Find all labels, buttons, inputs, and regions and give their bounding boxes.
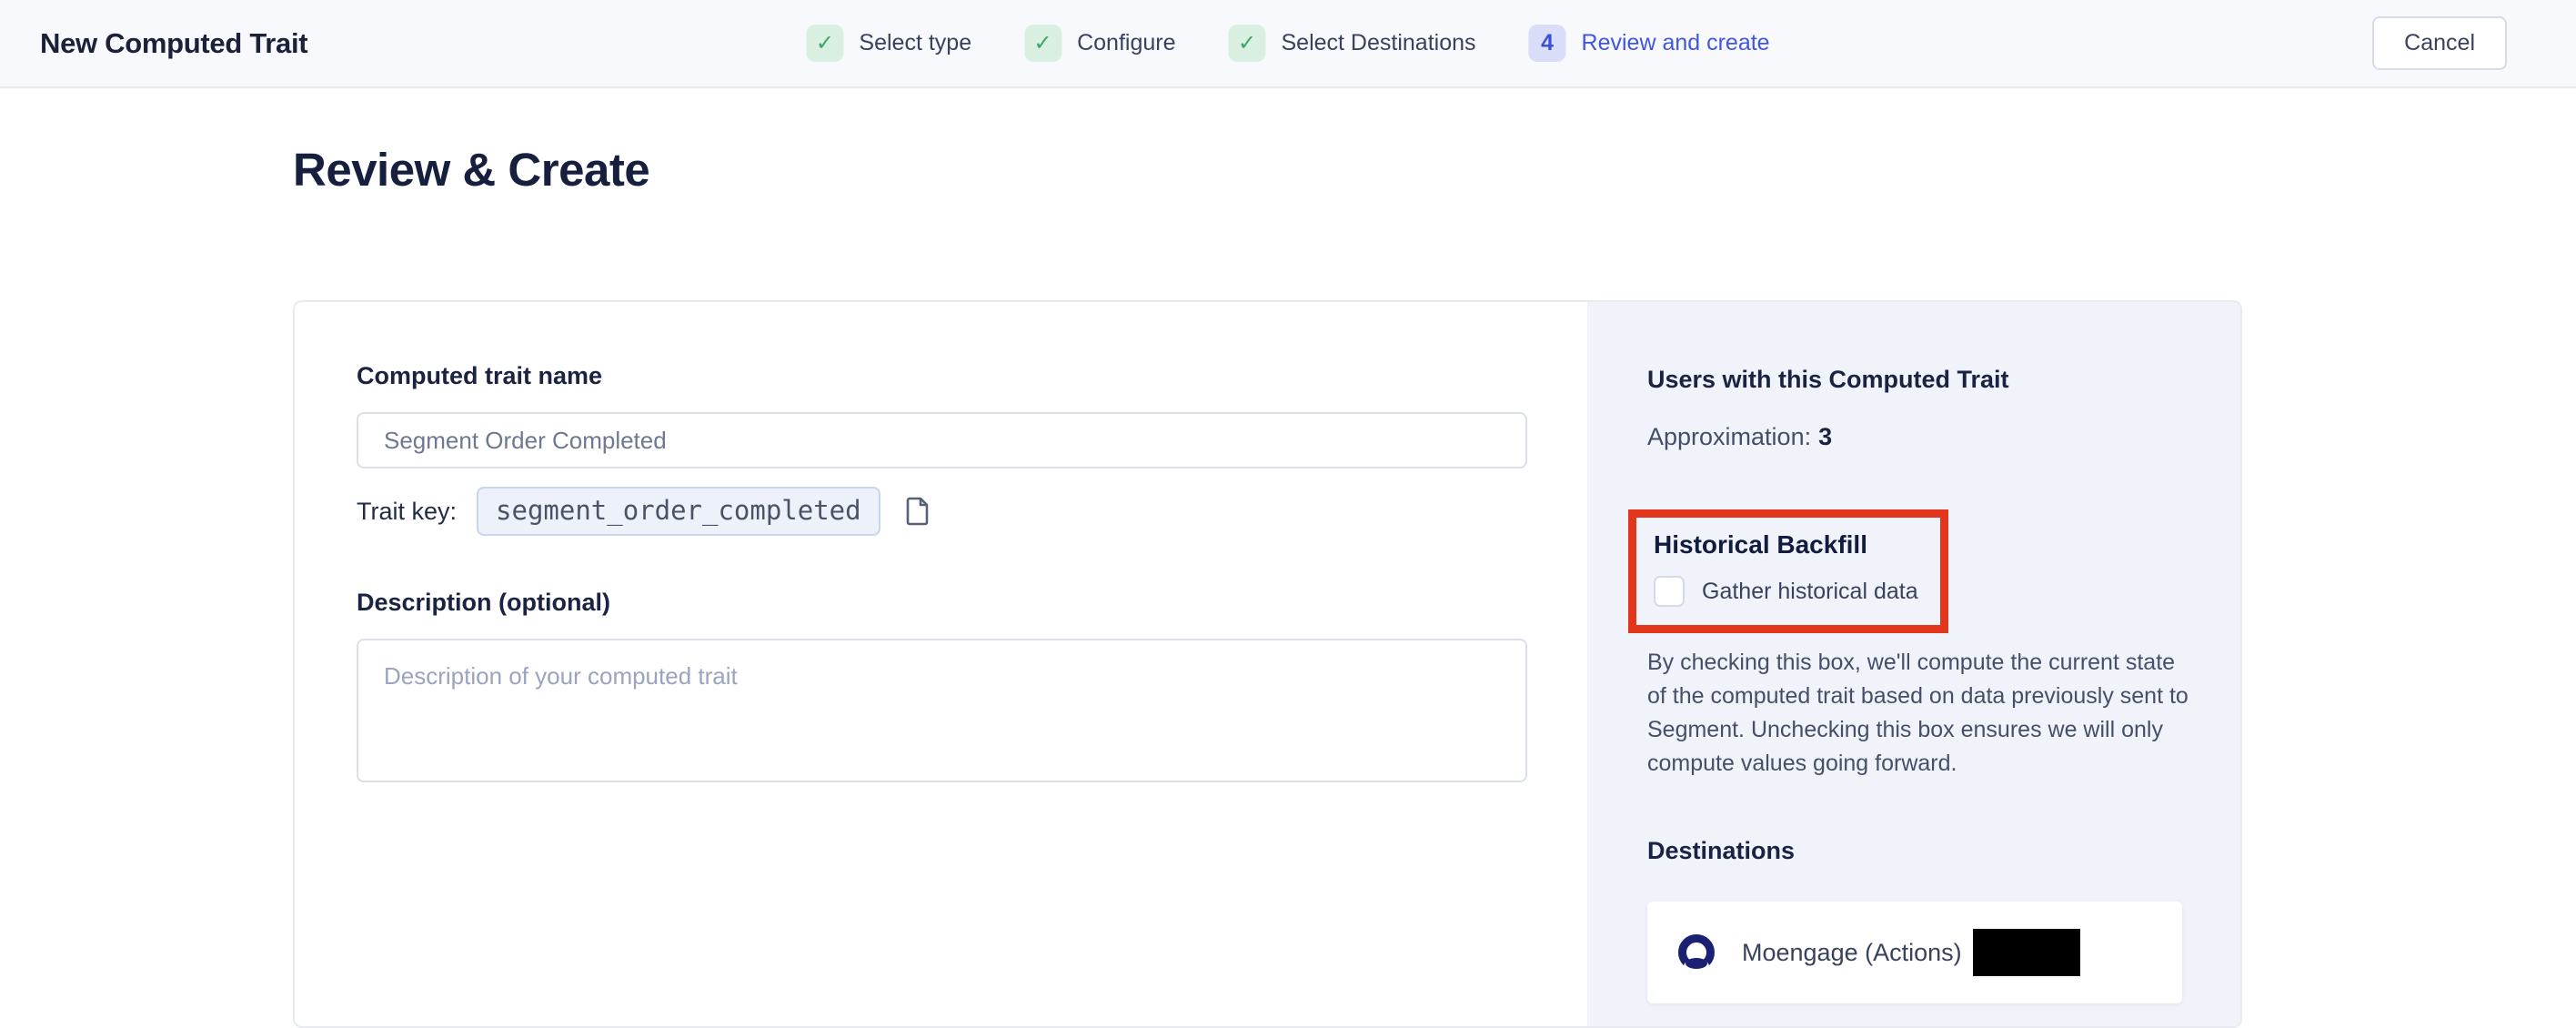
step-number-badge: 4 bbox=[1529, 25, 1566, 62]
users-heading: Users with this Computed Trait bbox=[1647, 366, 2193, 394]
trait-key-row: Trait key: segment_order_completed bbox=[357, 487, 1527, 536]
redacted-text-box bbox=[1973, 929, 2080, 976]
description-label: Description (optional) bbox=[357, 589, 1527, 617]
approximation-value: 3 bbox=[1818, 423, 1832, 450]
wizard-stepper: ✓ Select type ✓ Configure ✓ Select Desti… bbox=[806, 0, 1769, 86]
step-label: Select Destinations bbox=[1282, 30, 1476, 56]
check-icon: ✓ bbox=[1229, 25, 1266, 62]
step-label: Review and create bbox=[1582, 30, 1770, 56]
step-label: Configure bbox=[1077, 30, 1175, 56]
summary-pane: Users with this Computed Trait Approxima… bbox=[1587, 302, 2242, 1026]
description-block: Description (optional) bbox=[357, 589, 1527, 787]
page-title: Review & Create bbox=[293, 143, 2576, 197]
trait-name-input[interactable] bbox=[357, 412, 1527, 469]
review-card: Computed trait name Trait key: segment_o… bbox=[293, 300, 2242, 1028]
check-icon: ✓ bbox=[806, 25, 843, 62]
trait-key-value-chip: segment_order_completed bbox=[477, 487, 880, 536]
step-review-and-create[interactable]: 4 Review and create bbox=[1529, 25, 1770, 62]
backfill-checkbox-row: Gather historical data bbox=[1654, 576, 1931, 607]
gather-historical-data-checkbox[interactable] bbox=[1654, 576, 1685, 607]
moengage-logo-icon bbox=[1678, 934, 1715, 971]
top-bar: New Computed Trait ✓ Select type ✓ Confi… bbox=[0, 0, 2576, 88]
backfill-description: By checking this box, we'll compute the … bbox=[1647, 646, 2193, 781]
window-title: New Computed Trait bbox=[40, 27, 307, 60]
destination-card[interactable]: Moengage (Actions) bbox=[1647, 902, 2182, 1003]
step-select-type[interactable]: ✓ Select type bbox=[806, 25, 971, 62]
gather-historical-data-label: Gather historical data bbox=[1702, 579, 1918, 605]
step-label: Select type bbox=[859, 30, 971, 56]
approximation-row: Approximation: 3 bbox=[1647, 423, 2193, 451]
trait-name-label: Computed trait name bbox=[357, 362, 1527, 390]
destination-name: Moengage (Actions) bbox=[1742, 939, 1962, 967]
form-pane: Computed trait name Trait key: segment_o… bbox=[295, 302, 1587, 1026]
destinations-heading: Destinations bbox=[1647, 837, 2193, 865]
trait-key-label: Trait key: bbox=[357, 498, 457, 526]
copy-document-icon[interactable] bbox=[904, 496, 931, 527]
check-icon: ✓ bbox=[1024, 25, 1062, 62]
approximation-label: Approximation: bbox=[1647, 423, 1811, 450]
historical-backfill-heading: Historical Backfill bbox=[1654, 530, 1931, 559]
cancel-button[interactable]: Cancel bbox=[2372, 16, 2507, 70]
step-select-destinations[interactable]: ✓ Select Destinations bbox=[1229, 25, 1476, 62]
description-textarea[interactable] bbox=[357, 639, 1527, 782]
annotation-highlight-box: Historical Backfill Gather historical da… bbox=[1628, 509, 1948, 633]
step-configure[interactable]: ✓ Configure bbox=[1024, 25, 1175, 62]
